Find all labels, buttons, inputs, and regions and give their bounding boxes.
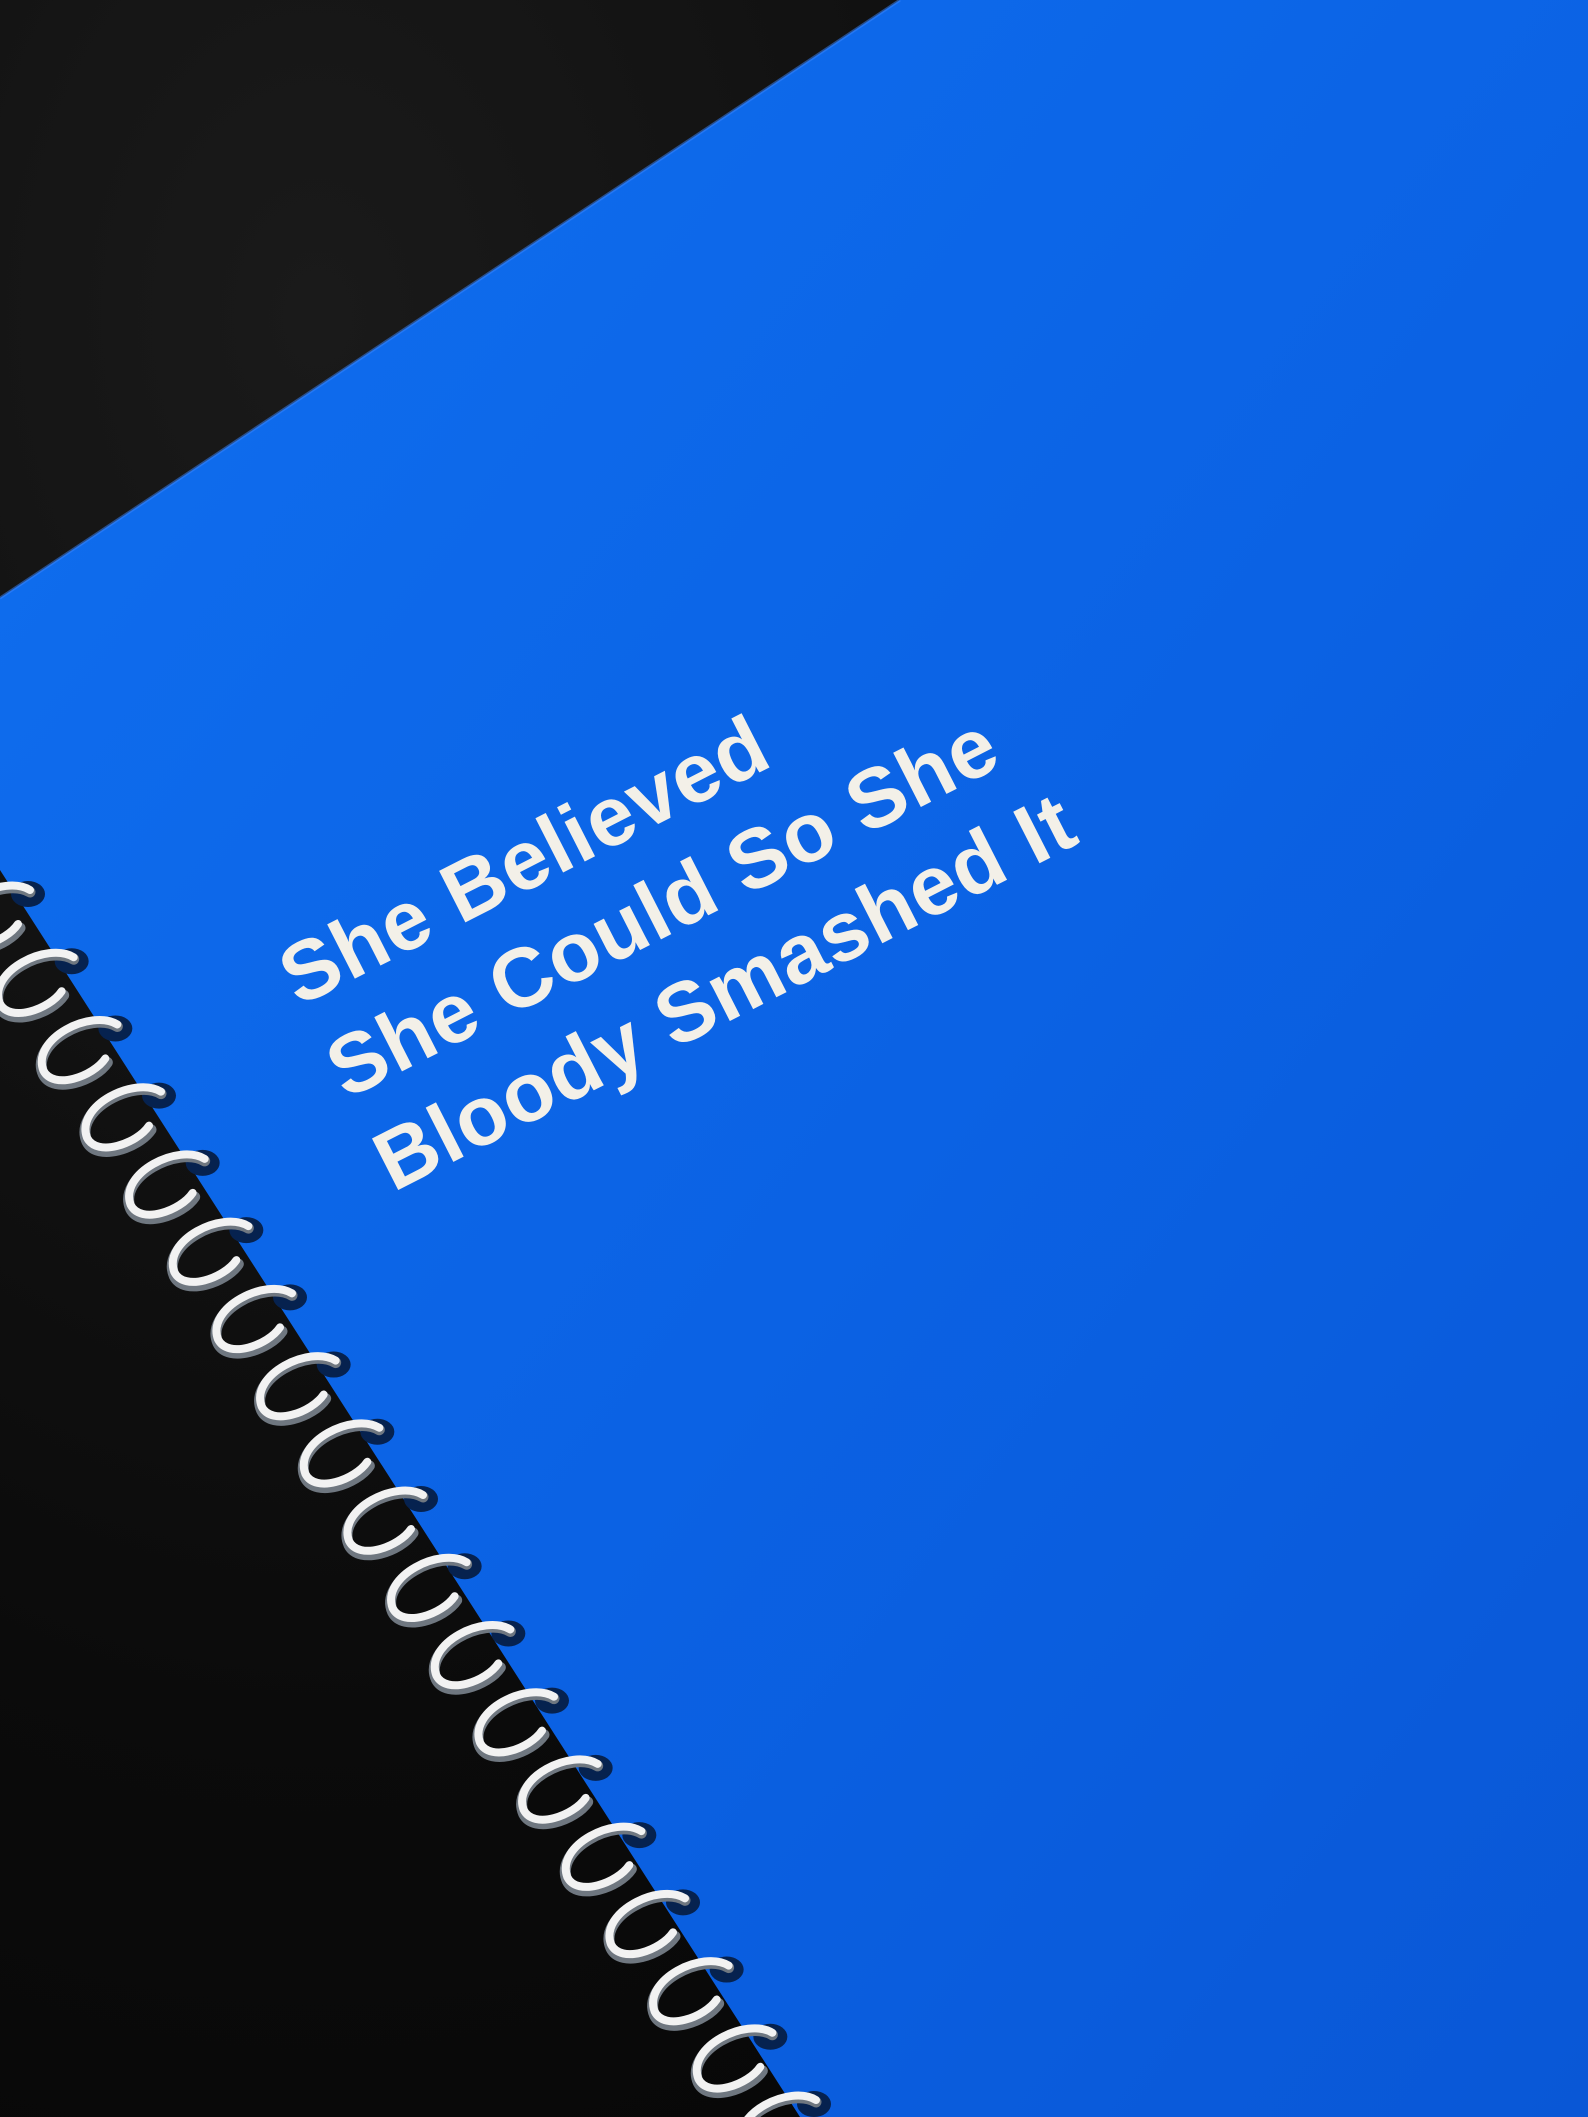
notebook-cover [0, 0, 1588, 2117]
notebook-illustration [0, 0, 1588, 2117]
photo-scene: She Believed She Could So She Bloody Sma… [0, 0, 1588, 2117]
